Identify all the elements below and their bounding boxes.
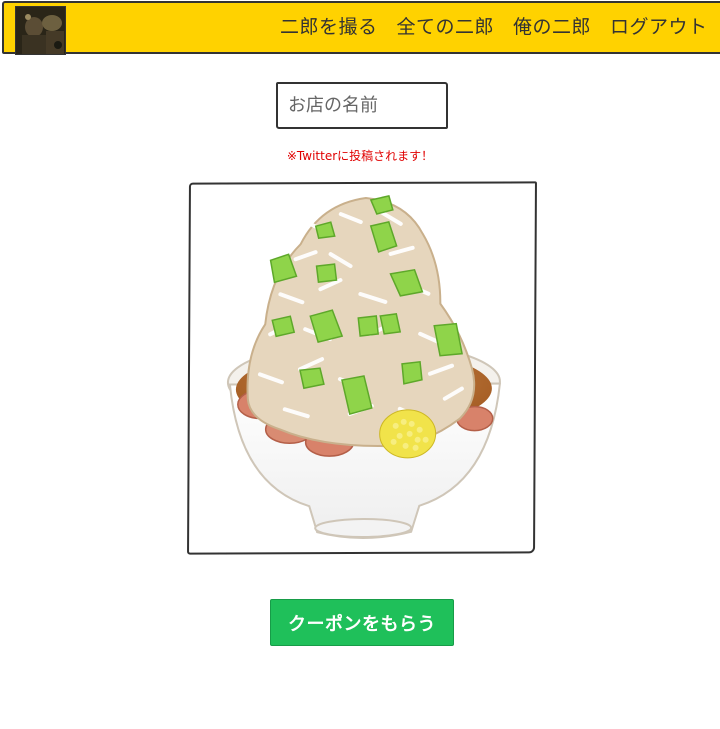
shop-name-input[interactable] [276,82,448,129]
page: 二郎を撮る 全ての二郎 俺の二郎 ログアウト ※Twitterに投稿されます！ [0,0,720,729]
user-avatar-photo-icon [16,7,65,54]
main-nav: 二郎を撮る 全ての二郎 俺の二郎 ログアウト [280,12,708,42]
avatar[interactable] [15,6,66,55]
nav-all-jiro[interactable]: 全ての二郎 [397,12,495,42]
ramen-bowl-icon [226,195,502,539]
header-bar: 二郎を撮る 全ての二郎 俺の二郎 ログアウト [2,1,720,55]
twitter-notice: ※Twitterに投稿されます！ [286,149,434,163]
nav-my-jiro[interactable]: 俺の二郎 [513,12,591,42]
nav-logout[interactable]: ログアウト [610,12,708,42]
nav-take-jiro[interactable]: 二郎を撮る [280,12,378,42]
photo-upload-frame[interactable] [187,181,537,555]
get-coupon-button[interactable]: クーポンをもらう [270,599,454,646]
